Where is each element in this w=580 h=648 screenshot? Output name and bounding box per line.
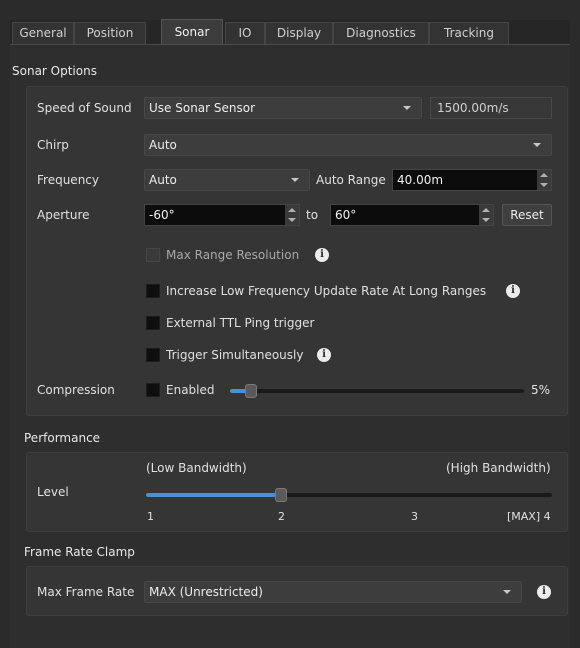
aperture-from-value: -60° (149, 208, 175, 222)
chirp-label: Chirp (37, 138, 69, 152)
chevron-down-icon (533, 143, 541, 147)
performance-tick-3: 3 (411, 510, 418, 523)
frequency-value: Auto (149, 173, 177, 187)
chirp-value: Auto (149, 138, 177, 152)
speed-of-sound-select[interactable]: Use Sonar Sensor (144, 97, 422, 119)
speed-of-sound-label: Speed of Sound (37, 101, 132, 115)
low-bandwidth-label: (Low Bandwidth) (146, 461, 247, 475)
spinner-arrows-icon[interactable] (537, 170, 551, 190)
max-frame-rate-value: MAX (Unrestricted) (149, 585, 263, 599)
auto-range-value: 40.00m (397, 173, 444, 187)
tab-general[interactable]: General (12, 22, 74, 44)
tab-diagnostics[interactable]: Diagnostics (333, 22, 429, 44)
spinner-arrows-icon[interactable] (479, 205, 493, 225)
compression-value: 5% (531, 383, 551, 397)
max-range-resolution-label: Max Range Resolution (166, 248, 300, 262)
aperture-to-value: 60° (335, 208, 357, 222)
tab-io[interactable]: IO (225, 22, 265, 44)
info-icon[interactable]: i (317, 348, 331, 362)
compression-enabled-label: Enabled (166, 383, 215, 397)
high-bandwidth-label: (High Bandwidth) (446, 461, 551, 475)
frequency-label: Frequency (37, 173, 99, 187)
info-icon[interactable]: i (315, 248, 329, 262)
aperture-from-input[interactable]: -60° (144, 204, 300, 226)
max-frame-rate-label: Max Frame Rate (37, 585, 135, 599)
auto-range-label: Auto Range (316, 173, 386, 187)
performance-slider-handle[interactable] (275, 488, 287, 502)
compression-label: Compression (37, 383, 115, 397)
performance-tick-4: [MAX] 4 (507, 510, 551, 523)
frequency-select[interactable]: Auto (144, 169, 310, 191)
chevron-down-icon (503, 590, 511, 594)
auto-range-input[interactable]: 40.00m (392, 169, 552, 191)
sonar-options-title: Sonar Options (12, 64, 97, 78)
speed-of-sound-readout: 1500.00m/s (430, 97, 552, 119)
compression-slider-handle[interactable] (245, 384, 257, 398)
aperture-reset-button[interactable]: Reset (502, 204, 552, 226)
tab-sonar[interactable]: Sonar (161, 19, 223, 45)
performance-tick-2: 2 (278, 510, 285, 523)
aperture-to-input[interactable]: 60° (330, 204, 494, 226)
performance-title: Performance (24, 431, 101, 445)
chevron-down-icon (403, 106, 411, 110)
external-ttl-label: External TTL Ping trigger (166, 316, 315, 330)
external-ttl-checkbox[interactable] (146, 316, 160, 330)
tab-display[interactable]: Display (265, 22, 333, 44)
aperture-to-label: to (306, 208, 319, 222)
performance-level-label: Level (37, 485, 69, 499)
spinner-arrows-icon[interactable] (285, 205, 299, 225)
performance-slider-fill (146, 493, 278, 497)
frame-rate-clamp-title: Frame Rate Clamp (24, 545, 135, 559)
increase-low-frequency-checkbox[interactable] (146, 284, 160, 298)
info-icon[interactable]: i (506, 284, 520, 298)
trigger-simultaneously-checkbox[interactable] (146, 348, 160, 362)
compression-slider-track[interactable] (230, 389, 524, 393)
increase-low-frequency-label: Increase Low Frequency Update Rate At Lo… (166, 284, 487, 298)
performance-tick-1: 1 (147, 510, 154, 523)
tab-position[interactable]: Position (74, 22, 146, 44)
chirp-select[interactable]: Auto (144, 134, 552, 156)
trigger-simultaneously-label: Trigger Simultaneously (166, 348, 304, 362)
info-icon[interactable]: i (537, 585, 551, 599)
max-range-resolution-checkbox[interactable] (146, 248, 160, 262)
tab-tracking[interactable]: Tracking (429, 22, 509, 44)
chevron-down-icon (291, 178, 299, 182)
speed-of-sound-value: Use Sonar Sensor (149, 101, 256, 115)
max-frame-rate-select[interactable]: MAX (Unrestricted) (144, 581, 522, 603)
aperture-label: Aperture (37, 208, 90, 222)
compression-enabled-checkbox[interactable] (146, 383, 160, 397)
